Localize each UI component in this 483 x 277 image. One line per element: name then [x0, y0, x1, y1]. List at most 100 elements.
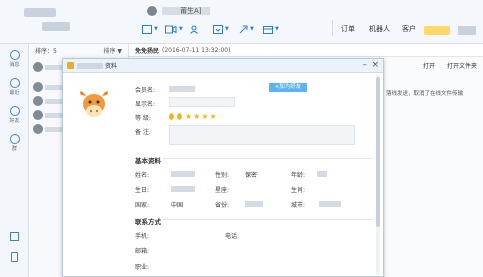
age-label: 年龄:	[291, 172, 306, 179]
moon-icon	[177, 113, 184, 120]
calendar-icon	[263, 25, 273, 34]
group-chat-button[interactable]	[190, 23, 200, 35]
avatar	[33, 124, 43, 134]
scrollbar-thumb[interactable]	[376, 77, 380, 227]
message-time: (2016-07-11 13:32:00)	[162, 46, 231, 54]
promo-badge[interactable]	[424, 26, 450, 35]
sender-name: 免免扬民	[135, 47, 160, 55]
display-name-field[interactable]	[169, 97, 235, 107]
top-toolbar: 莆生A] ▼ ▼ ▼ ▼ ▼ 订单 机器人 客户	[0, 0, 483, 44]
right-item-blurred[interactable]	[458, 26, 476, 35]
message-icon	[9, 50, 20, 60]
gender-label: 性别:	[215, 172, 230, 179]
cow-avatar-icon	[79, 91, 109, 117]
province-label: 省份:	[215, 202, 230, 209]
city-value-blurred	[319, 201, 341, 207]
nav-groups[interactable]: 群	[0, 134, 29, 152]
basic-info-title: 基本资料	[135, 157, 161, 165]
close-button[interactable]: ×	[371, 60, 379, 70]
avatar	[33, 96, 43, 106]
nav-messages[interactable]: 消息	[0, 50, 29, 68]
account-name-blurred	[24, 8, 56, 17]
member-name-blurred	[169, 86, 195, 92]
star-icon: ★	[201, 112, 209, 121]
tab-orders[interactable]: 订单	[341, 24, 355, 34]
list-item[interactable]	[33, 96, 101, 108]
calendar-button[interactable]: ▼	[263, 23, 279, 35]
avatar	[33, 82, 43, 92]
send-file-button[interactable]: ▼	[213, 23, 229, 35]
sort-dropdown[interactable]: 排序 ▼	[103, 46, 122, 55]
toolbar-divider	[332, 20, 333, 36]
member-name-label: 会员名:	[135, 87, 156, 94]
phone-icon[interactable]	[11, 252, 18, 262]
contact-info-title: 联系方式	[135, 218, 161, 226]
video-icon	[165, 25, 177, 33]
clock-icon	[9, 78, 20, 88]
birthday-value-blurred	[171, 186, 195, 192]
tool-icon	[239, 25, 248, 33]
country-value: 中国	[171, 202, 184, 209]
shengxiao-label: 生肖:	[291, 187, 306, 194]
file-links: 打开 打开文件夹	[413, 61, 477, 70]
gender-value: 保密	[245, 172, 258, 179]
country-label: 国家:	[135, 202, 150, 209]
nav-recent[interactable]: 最近	[0, 78, 29, 96]
screenshot-tool-button[interactable]: ▼	[142, 23, 158, 35]
file-transfer-panel: 打开 打开文件夹 落线发送，取消了在线文件传输	[379, 57, 483, 277]
note-field[interactable]	[169, 125, 355, 145]
tab-robot[interactable]: 机器人	[369, 24, 390, 34]
contact-avatar[interactable]	[146, 5, 158, 17]
display-name-label: 显示名:	[135, 101, 156, 108]
nav-groups-label: 群	[11, 146, 17, 152]
contact-count: 排序：5	[35, 47, 57, 55]
account-status-blurred	[42, 22, 70, 31]
app-window: 莆生A] ▼ ▼ ▼ ▼ ▼ 订单 机器人 客户 消息 最近 好友 群 排序：5…	[0, 0, 483, 277]
name-value-blurred	[171, 171, 195, 177]
dialog-scrollbar[interactable]	[376, 75, 380, 275]
minimize-button[interactable]: –	[363, 60, 368, 70]
sort-label: 排序	[103, 47, 116, 55]
level-label: 等 级:	[135, 115, 151, 122]
file-transfer-icon	[213, 24, 223, 34]
dialog-title-name-blurred	[77, 62, 103, 69]
friends-icon	[9, 106, 20, 116]
level-stars: ★ ★ ★ ★	[169, 112, 217, 121]
video-call-button[interactable]: ▼	[165, 23, 183, 35]
star-icon: ★	[209, 112, 217, 121]
province-value-blurred	[245, 201, 263, 207]
age-value-blurred	[317, 171, 327, 177]
email-label: 邮箱:	[135, 248, 150, 255]
open-folder-link[interactable]: 打开文件夹	[447, 63, 477, 70]
mobile-label: 手机:	[135, 233, 150, 240]
star-icon: ★	[193, 112, 201, 121]
section-divider	[163, 219, 373, 220]
avatar	[33, 110, 43, 120]
note-label: 备 注:	[135, 129, 151, 136]
birthday-label: 生日:	[135, 187, 150, 194]
nav-recent-label: 最近	[9, 90, 20, 96]
transfer-status-text: 落线发送，取消了在线文件传输	[386, 91, 464, 97]
dialog-title: 资料	[105, 63, 118, 70]
left-navigation: 消息 最近 好友 群	[0, 44, 29, 277]
contact-name[interactable]: 莆生A]	[162, 7, 210, 15]
contact-name-text: 莆生A]	[180, 7, 202, 15]
list-item[interactable]	[33, 82, 101, 94]
open-file-link[interactable]: 打开	[423, 63, 435, 70]
app-logo-icon	[67, 62, 74, 69]
list-item[interactable]	[33, 110, 101, 122]
tab-customers[interactable]: 客户	[402, 24, 416, 34]
list-item[interactable]	[33, 124, 101, 136]
nav-friends[interactable]: 好友	[0, 106, 29, 124]
app-tools-button[interactable]: ▼	[238, 23, 254, 35]
moon-icon	[169, 113, 176, 120]
avatar	[33, 62, 43, 72]
chat-message-header: 免免扬民 (2016-07-11 13:32:00)	[129, 44, 483, 57]
add-friend-button[interactable]: +加为好友	[269, 83, 307, 92]
job-label: 职业:	[135, 264, 150, 271]
add-person-icon	[190, 25, 198, 34]
dialog-titlebar[interactable]: 资料	[63, 59, 383, 73]
list-item[interactable]	[33, 62, 101, 74]
nav-messages-label: 消息	[9, 62, 20, 68]
apps-grid-icon[interactable]	[10, 232, 19, 241]
